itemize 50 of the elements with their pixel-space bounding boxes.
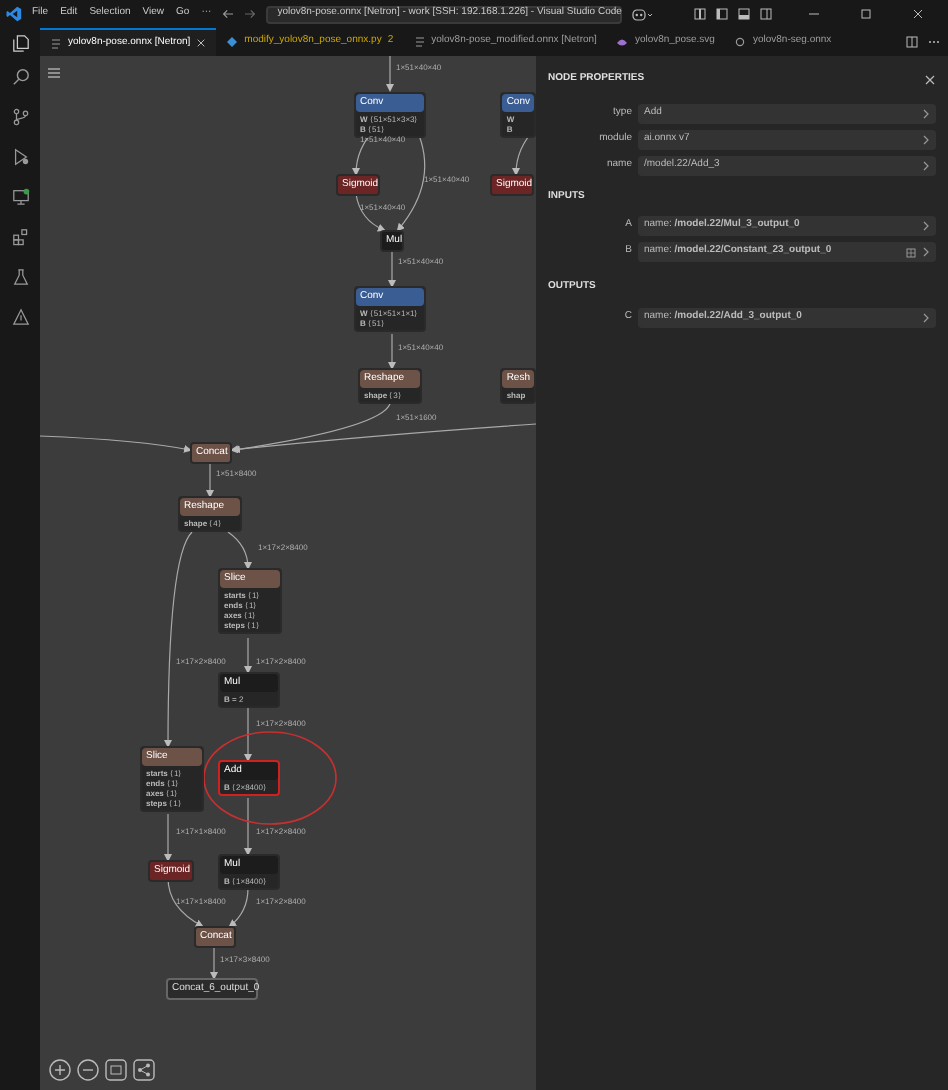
edge-arrow <box>388 249 396 288</box>
close-icon[interactable] <box>196 38 207 48</box>
close-icon[interactable] <box>912 8 924 20</box>
chevron-icon[interactable] <box>922 246 930 258</box>
menu-icon[interactable] <box>48 68 60 78</box>
edge-arrow <box>228 887 249 928</box>
back-arrow-icon[interactable] <box>221 8 234 20</box>
secondary-sidebar-icon[interactable] <box>760 8 772 20</box>
maximize-icon[interactable] <box>860 8 872 20</box>
panel-toggle-icon[interactable] <box>738 8 750 20</box>
edge-arrow <box>227 531 252 570</box>
edge-arrow <box>388 333 396 370</box>
flask-icon[interactable] <box>11 268 29 286</box>
file-lines-icon <box>413 36 426 48</box>
edge-arrow <box>164 813 172 862</box>
chevron-icon[interactable] <box>922 107 930 119</box>
file-lines-icon <box>50 37 62 49</box>
triangle-icon[interactable] <box>11 308 29 326</box>
play-bug-icon[interactable] <box>11 148 29 166</box>
split-editor-icon[interactable] <box>906 36 918 48</box>
edge-arrow <box>206 459 214 498</box>
edge-arrow <box>244 637 252 674</box>
share-icon[interactable] <box>132 1058 156 1082</box>
highlight-circle <box>203 731 337 825</box>
zoom-out-icon[interactable] <box>76 1058 100 1082</box>
chevron-icon[interactable] <box>922 133 930 145</box>
chevron-icon[interactable] <box>922 220 930 232</box>
edge-arrow <box>244 707 252 762</box>
layout-icon[interactable] <box>694 8 706 20</box>
chevron-icon[interactable] <box>922 159 930 171</box>
search-icon[interactable] <box>11 68 29 86</box>
grid-icon[interactable] <box>906 247 916 257</box>
minimize-icon[interactable] <box>808 8 820 20</box>
close-icon[interactable] <box>924 73 936 86</box>
gear-icon <box>734 36 747 48</box>
edge-arrow <box>210 943 218 980</box>
forward-arrow-icon[interactable] <box>243 8 256 20</box>
extensions-icon[interactable] <box>11 228 29 246</box>
sidebar-toggle-icon[interactable] <box>716 8 728 20</box>
branch-icon[interactable] <box>11 108 29 126</box>
fit-view-icon[interactable] <box>104 1058 128 1082</box>
leaf-icon <box>616 36 629 48</box>
chevron-icon[interactable] <box>922 311 930 323</box>
vscode-logo-icon <box>6 6 22 22</box>
edge-arrow <box>244 797 252 856</box>
edge-arrow <box>386 56 394 92</box>
monitor-icon[interactable] <box>11 188 29 206</box>
diamond-icon <box>226 36 239 48</box>
zoom-in-icon[interactable] <box>48 1058 72 1082</box>
files-icon[interactable] <box>11 33 29 51</box>
